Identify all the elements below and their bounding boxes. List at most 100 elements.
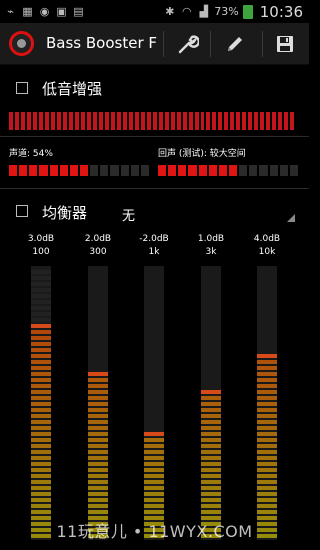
pencil-icon[interactable] xyxy=(218,27,252,61)
bass-boost-level-bar[interactable] xyxy=(9,112,295,130)
level-segment xyxy=(74,112,79,130)
eq-level-segment xyxy=(201,438,221,442)
eq-band-slider[interactable] xyxy=(257,266,277,540)
eq-level-segment xyxy=(31,408,51,412)
level-segment xyxy=(224,112,229,130)
wrench-icon[interactable] xyxy=(171,27,205,61)
eq-level-segment xyxy=(257,474,277,478)
eq-level-segment xyxy=(201,450,221,454)
eq-level-segment xyxy=(144,408,164,412)
echo-label: 回声 (测试): 较大空间 xyxy=(158,149,246,159)
level-segment xyxy=(168,165,177,176)
level-segment xyxy=(260,112,265,130)
equalizer-preset-select[interactable]: 无 xyxy=(122,205,282,224)
status-bar: ⌁ ▦ ◉ ▣ ▤ ✱ ◠ ▟ 73% 10:36 xyxy=(0,0,309,23)
wifi-icon: ◠ xyxy=(182,5,192,18)
eq-level-segment xyxy=(257,408,277,412)
eq-level-segment xyxy=(144,360,164,364)
bass-boost-checkbox[interactable] xyxy=(16,82,28,94)
eq-band-gain: 1.0dB xyxy=(197,234,225,244)
level-segment xyxy=(200,112,205,130)
eq-level-segment xyxy=(31,384,51,388)
eq-level-segment xyxy=(144,318,164,322)
eq-level-segment xyxy=(201,486,221,490)
eq-level-segment xyxy=(144,432,164,436)
eq-level-segment xyxy=(31,348,51,352)
eq-level-segment xyxy=(31,360,51,364)
eq-level-segment xyxy=(88,390,108,394)
eq-level-segment xyxy=(257,330,277,334)
eq-level-segment xyxy=(31,504,51,508)
level-segment xyxy=(176,112,181,130)
eq-band-slider[interactable] xyxy=(88,266,108,540)
level-segment xyxy=(239,165,248,176)
level-segment xyxy=(26,112,31,130)
echo-level-bar[interactable] xyxy=(158,165,298,176)
level-segment xyxy=(228,165,238,176)
app-logo-icon[interactable] xyxy=(9,31,34,56)
eq-level-segment xyxy=(257,450,277,454)
eq-level-segment xyxy=(201,348,221,352)
eq-level-segment xyxy=(257,486,277,490)
eq-level-segment xyxy=(88,360,108,364)
eq-level-segment xyxy=(144,342,164,346)
level-segment xyxy=(248,112,253,130)
level-segment xyxy=(266,112,271,130)
eq-level-segment xyxy=(31,276,51,280)
eq-level-segment xyxy=(31,444,51,448)
eq-level-segment xyxy=(31,378,51,382)
eq-band-gain: 4.0dB xyxy=(253,234,281,244)
level-segment xyxy=(198,165,207,176)
eq-level-segment xyxy=(257,318,277,322)
eq-level-segment xyxy=(31,492,51,496)
eq-level-segment xyxy=(144,336,164,340)
level-segment xyxy=(20,112,25,130)
eq-level-segment xyxy=(88,300,108,304)
level-segment xyxy=(272,112,277,130)
eq-level-segment xyxy=(257,504,277,508)
eq-band-frequency: 100 xyxy=(32,247,50,257)
eq-level-segment xyxy=(88,432,108,436)
eq-level-segment xyxy=(31,468,51,472)
bass-boost-label: 低音增强 xyxy=(42,80,103,98)
eq-level-segment xyxy=(257,378,277,382)
eq-level-segment xyxy=(88,462,108,466)
eq-level-segment xyxy=(88,468,108,472)
eq-level-segment xyxy=(31,402,51,406)
level-segment xyxy=(290,112,295,130)
eq-level-segment xyxy=(88,456,108,460)
eq-level-segment xyxy=(201,474,221,478)
eq-level-segment xyxy=(201,300,221,304)
eq-level-segment xyxy=(88,420,108,424)
eq-level-segment xyxy=(257,366,277,370)
eq-level-segment xyxy=(144,498,164,502)
eq-band-slider[interactable] xyxy=(201,266,221,540)
level-segment xyxy=(206,112,211,130)
level-segment xyxy=(62,112,67,130)
level-segment xyxy=(79,165,89,176)
eq-level-segment xyxy=(31,414,51,418)
eq-level-segment xyxy=(144,330,164,334)
eq-level-segment xyxy=(144,420,164,424)
eq-level-segment xyxy=(201,492,221,496)
eq-level-segment xyxy=(31,390,51,394)
level-segment xyxy=(98,112,103,130)
eq-level-segment xyxy=(257,456,277,460)
level-segment xyxy=(68,112,73,130)
game-icon: ▣ xyxy=(56,5,67,18)
equalizer-checkbox[interactable] xyxy=(16,205,28,217)
eq-band-frequency: 3k xyxy=(205,247,217,257)
level-segment xyxy=(269,165,278,176)
channel-label: 声道: 54% xyxy=(9,149,53,159)
eq-level-segment xyxy=(31,282,51,286)
floppy-icon[interactable] xyxy=(268,27,302,61)
eq-band-label: 1.0dB 3k xyxy=(191,233,231,259)
channel-level-bar[interactable] xyxy=(9,165,149,176)
eq-level-segment xyxy=(144,306,164,310)
equalizer-label: 均衡器 xyxy=(42,204,88,222)
eq-band-slider[interactable] xyxy=(31,266,51,540)
level-segment xyxy=(19,165,28,176)
level-segment xyxy=(50,112,55,130)
eq-level-segment xyxy=(201,384,221,388)
eq-band-slider[interactable] xyxy=(144,266,164,540)
